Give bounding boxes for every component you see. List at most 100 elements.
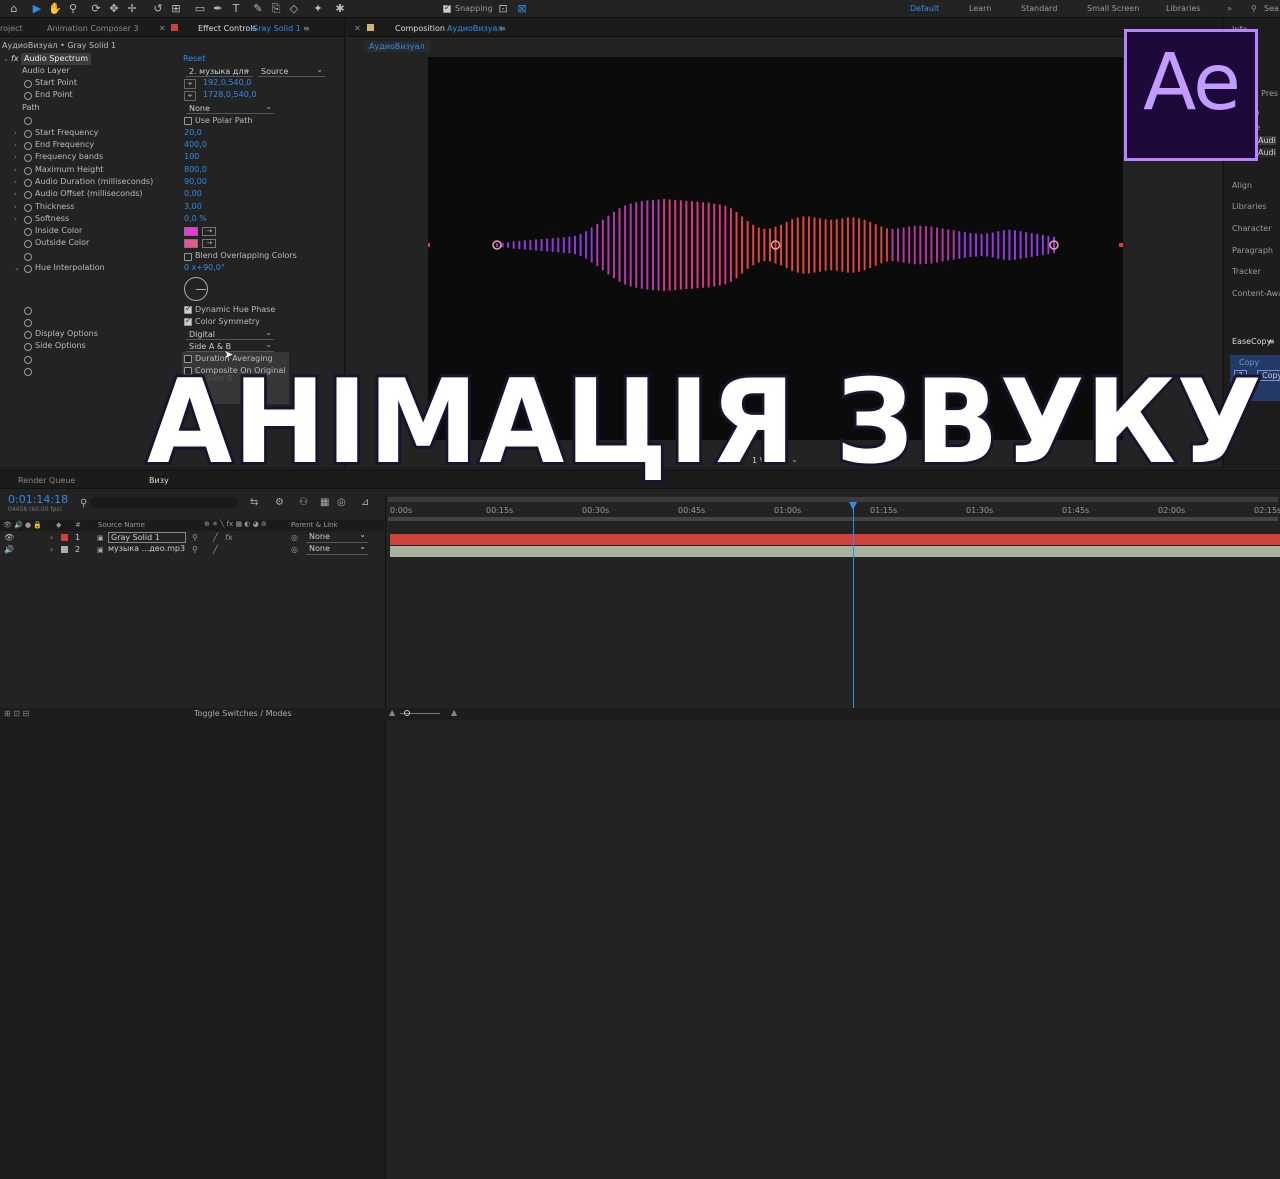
expand-chevron-icon[interactable]: ⌄ [14,262,20,274]
expand-chevron-icon[interactable]: › [14,127,17,139]
end-point-value[interactable]: 1728,0,540,0 [203,89,256,101]
tab-effect-controls[interactable]: Effect Controls [198,24,257,33]
effect-reset-link[interactable]: Reset [183,53,205,65]
pan-behind-icon[interactable]: ✥ [106,1,122,17]
audio-layer-select[interactable]: 2. музыка для [186,64,253,77]
easecopy-panel-tab[interactable]: EaseCopy [1232,337,1271,346]
anchor-tool-icon[interactable]: ⊞ [168,1,184,17]
zoom-tool-icon[interactable]: ⚲ [65,1,81,17]
align-panel-tab[interactable]: Align [1232,181,1252,190]
search-help-icon[interactable]: ⚲ [1251,4,1257,13]
panel-menu-icon[interactable]: ≡ [303,24,310,33]
layer-label-color[interactable] [61,546,68,553]
search-icon[interactable]: ⚲ [80,498,87,509]
paragraph-panel-tab[interactable]: Paragraph [1232,246,1273,255]
zoom-in-icon[interactable]: ▲ [451,708,457,717]
stopwatch-icon[interactable] [24,307,32,315]
stopwatch-icon[interactable] [24,331,32,339]
visibility-eye-icon[interactable]: 👁 [4,533,14,542]
layer-row[interactable]: 🔊 › 2 ▣ музыка ...део.mp3 ⚲ ╱ ◎ None ⌄ [0,542,384,556]
playhead[interactable] [849,502,858,710]
quality-switch-icon[interactable]: ╱ [213,545,218,554]
preset-item-audio-2[interactable]: Audi [1258,148,1276,157]
stopwatch-icon[interactable] [24,167,32,175]
audio-duration-value[interactable]: 90,00 [184,176,207,188]
workspace-default[interactable]: Default [910,4,939,13]
stopwatch-icon[interactable] [24,191,32,199]
work-area-bar[interactable] [388,517,1278,521]
eyedropper-icon[interactable]: ⇢ [202,227,216,236]
stopwatch-icon[interactable] [24,130,32,138]
motion-blur-icon[interactable]: ◎ [337,497,346,508]
roto-brush-icon[interactable]: ✦ [310,1,326,17]
layer-label-color[interactable] [61,534,68,541]
content-aware-panel-tab[interactable]: Content-Awa [1232,289,1280,298]
zoom-out-icon[interactable]: ▲ [389,708,395,717]
stopwatch-icon[interactable] [24,92,32,100]
start-point-value[interactable]: 192,0,540,0 [203,77,251,89]
color-symmetry-checkbox[interactable] [184,316,192,326]
shy-switch-icon[interactable]: ⚲ [192,545,198,554]
softness-value[interactable]: 0,0 % [184,213,207,225]
stopwatch-icon[interactable] [24,80,32,88]
tab-animation-composer[interactable]: Animation Composer 3 [47,24,139,33]
expand-chevron-icon[interactable]: › [14,201,17,213]
tab-comp-name[interactable]: АудиоВизуал [447,24,503,33]
timecode-display[interactable]: 0:01:14:18 [8,493,68,506]
stopwatch-icon[interactable] [24,228,32,236]
status-icons[interactable]: ⊞ ⊡ ⊟ [4,709,29,718]
eraser-tool-icon[interactable]: ◇ [286,1,302,17]
frequency-bands-value[interactable]: 100 [184,151,199,163]
layer-search-input[interactable] [90,497,238,508]
libraries-panel-tab[interactable]: Libraries [1232,202,1267,211]
rectangle-tool-icon[interactable]: ▭ [192,1,208,17]
end-frequency-value[interactable]: 400,0 [184,139,207,151]
stopwatch-icon[interactable] [24,356,32,364]
start-frequency-value[interactable]: 20,0 [184,127,202,139]
layer-source-name[interactable]: музыка ...део.mp3 [108,544,185,553]
crosshair-icon[interactable]: ⌖ [184,91,196,101]
stopwatch-icon[interactable] [24,319,32,327]
fx-switch-icon[interactable]: fx [225,533,233,542]
stopwatch-icon[interactable] [24,265,32,273]
layer-1-track-bar[interactable] [390,534,1280,545]
stopwatch-icon[interactable] [24,216,32,224]
workspace-standard[interactable]: Standard [1021,4,1057,13]
expand-chevron-icon[interactable]: › [14,213,17,225]
character-panel-tab[interactable]: Character [1232,224,1272,233]
hue-angle-dial[interactable] [184,277,208,301]
expand-chevron-icon[interactable]: › [14,139,17,151]
move-arrow-icon[interactable]: ✛ [124,1,140,17]
audio-layer-source-select[interactable]: Source [258,64,325,77]
clone-stamp-icon[interactable]: ⎘ [268,1,284,17]
audio-offset-value[interactable]: 0,00 [184,188,202,200]
parent-link-header[interactable]: Parent & Link [291,521,338,529]
comp-mini-flowchart-icon[interactable]: ⇆ [250,497,258,508]
draft-3d-icon[interactable]: ⚙ [275,497,284,508]
snap-option-icon[interactable]: ⊡ [495,1,511,17]
inside-color-swatch[interactable] [184,227,198,236]
workspace-libraries[interactable]: Libraries [1166,4,1201,13]
rotation-tool-icon[interactable]: ↺ [150,1,166,17]
fx-icon[interactable]: fx [11,53,19,65]
layer-2-track-bar[interactable] [390,546,1280,557]
dynamic-hue-phase-checkbox[interactable] [184,304,192,314]
blend-overlapping-checkbox[interactable] [184,253,192,261]
effect-name[interactable]: Audio Spectrum [21,53,92,65]
layer-bound-marker[interactable] [1119,243,1123,247]
expand-chevron-icon[interactable]: › [50,545,53,554]
zoom-slider-handle[interactable] [404,710,410,716]
tab-composition[interactable]: Composition [395,24,445,33]
playhead-handle[interactable] [849,502,858,510]
layer-source-name[interactable]: Gray Solid 1 [108,532,186,543]
timeline-graph-area[interactable]: 0:00s 00:15s 00:30s 00:45s 01:00s 01:15s 01:30… [385,496,1280,1179]
workspace-more-icon[interactable]: » [1227,4,1232,13]
tab-render-queue[interactable]: Render Queue [18,476,75,485]
stopwatch-icon[interactable] [24,240,32,248]
preset-item-audio[interactable]: Audi [1258,136,1276,145]
expand-chevron-icon[interactable]: › [14,164,17,176]
pickwhip-icon[interactable]: ◎ [291,533,298,542]
expand-chevron-icon[interactable]: › [14,188,17,200]
pen-tool-icon[interactable]: ✒ [210,1,226,17]
stopwatch-icon[interactable] [24,179,32,187]
